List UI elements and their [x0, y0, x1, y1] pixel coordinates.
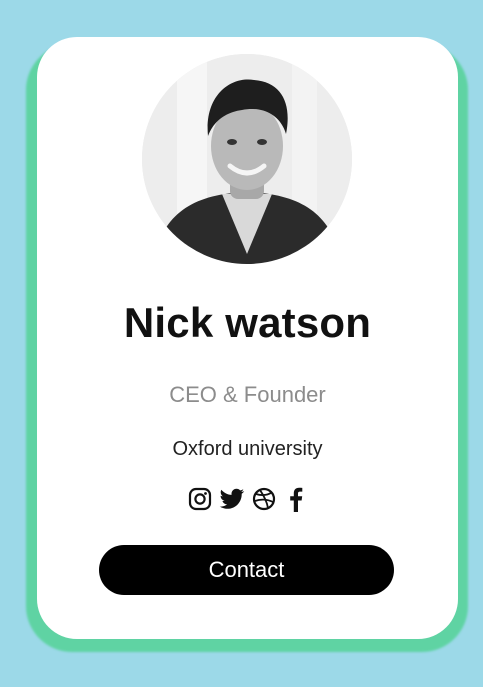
profile-role: CEO & Founder	[169, 382, 326, 407]
profile-card: Nick watson CEO & Founder Oxford univers…	[37, 37, 458, 639]
instagram-icon[interactable]	[186, 485, 214, 513]
avatar-photo	[142, 54, 352, 264]
profile-name: Nick watson	[123, 299, 372, 346]
avatar	[142, 54, 352, 264]
social-links	[37, 485, 458, 513]
facebook-icon[interactable]	[282, 485, 310, 513]
profile-organization: Oxford university	[172, 438, 323, 460]
contact-button[interactable]: Contact	[99, 545, 394, 595]
twitter-icon[interactable]	[218, 485, 246, 513]
dribbble-icon[interactable]	[250, 485, 278, 513]
